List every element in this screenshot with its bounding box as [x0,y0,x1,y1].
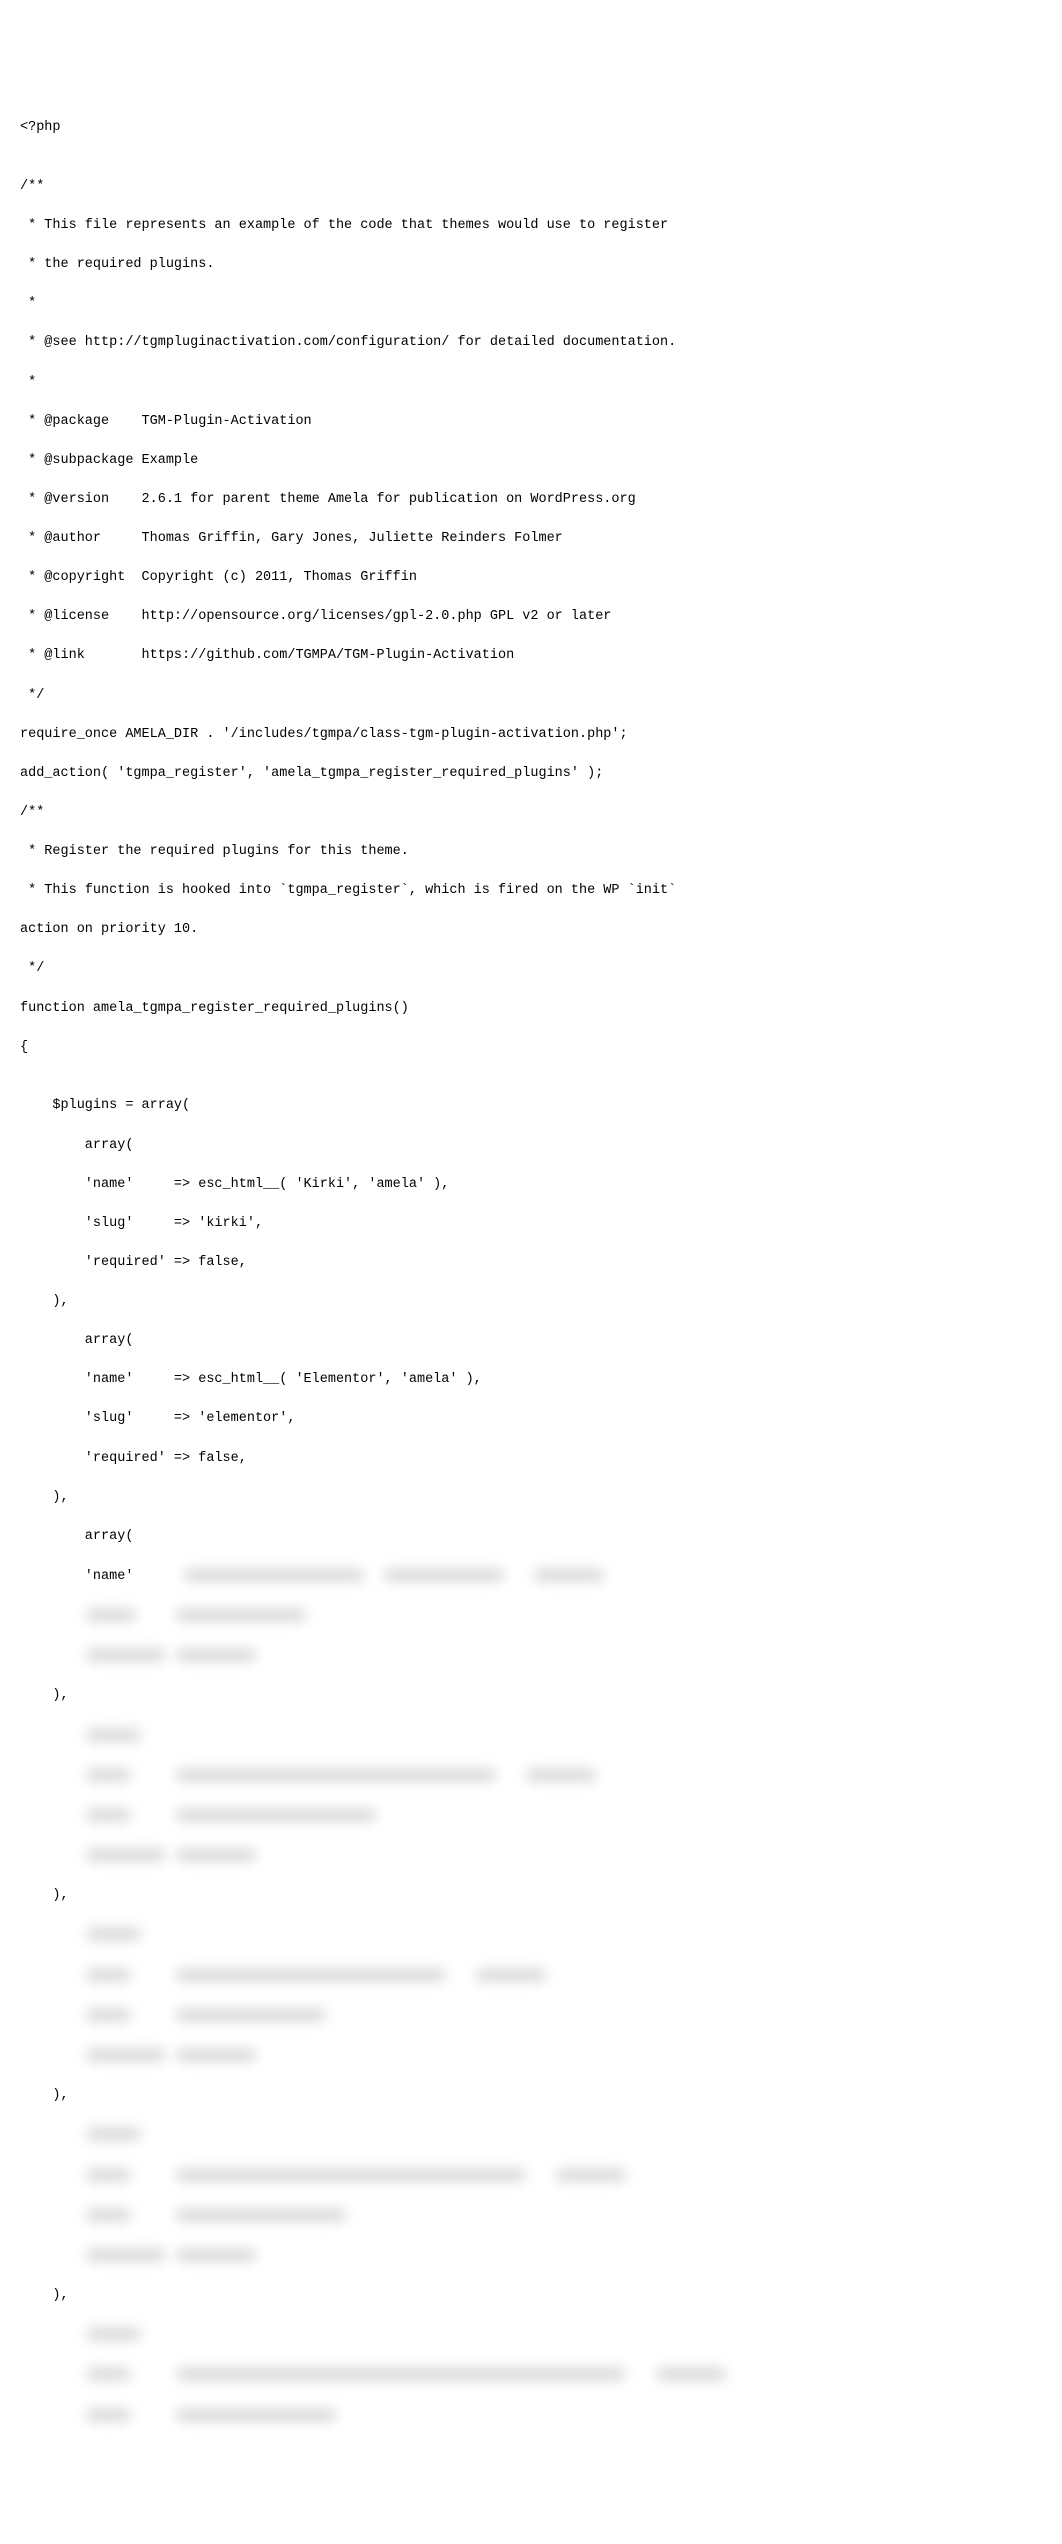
code-line-partial: 'name' [20,1566,1042,1587]
code-line: action on priority 10. [20,920,1042,940]
blurred-line [20,1646,1042,1667]
code-line: * [20,294,1042,314]
code-line: * @see http://tgmpluginactivation.com/co… [20,333,1042,353]
blurred-line [20,1806,1042,1827]
code-line: ), [20,2086,1042,2106]
code-line: * @link https://github.com/TGMPA/TGM-Plu… [20,646,1042,666]
code-line: ), [20,1292,1042,1312]
code-line: * @package TGM-Plugin-Activation [20,412,1042,432]
code-line: 'slug' => 'kirki', [20,1214,1042,1234]
code-line: */ [20,959,1042,979]
code-line: function amela_tgmpa_register_required_p… [20,999,1042,1019]
blurred-line [20,1846,1042,1867]
code-line: { [20,1038,1042,1058]
code-line: <?php [20,118,1042,138]
code-line: * @author Thomas Griffin, Gary Jones, Ju… [20,529,1042,549]
code-line: * This function is hooked into `tgmpa_re… [20,881,1042,901]
code-line: ), [20,1488,1042,1508]
blurred-line [20,1925,1042,1946]
blurred-line [20,1766,1042,1787]
code-line: 'required' => false, [20,1449,1042,1469]
code-line: * @license http://opensource.org/license… [20,607,1042,627]
blurred-line [20,2125,1042,2146]
blurred-line [20,2046,1042,2067]
code-line: * Register the required plugins for this… [20,842,1042,862]
blurred-line [20,2246,1042,2267]
code-line: * @subpackage Example [20,451,1042,471]
code-line: * @version 2.6.1 for parent theme Amela … [20,490,1042,510]
code-line: /** [20,803,1042,823]
blurred-line [20,2006,1042,2027]
code-line: /** [20,177,1042,197]
blurred-line [20,1966,1042,1987]
code-line: array( [20,1527,1042,1547]
blurred-line [20,2325,1042,2346]
code-line: require_once AMELA_DIR . '/includes/tgmp… [20,725,1042,745]
code-line: 'name' => esc_html__( 'Kirki', 'amela' )… [20,1175,1042,1195]
code-line: array( [20,1136,1042,1156]
code-line: 'name' => esc_html__( 'Elementor', 'amel… [20,1370,1042,1390]
code-line: ), [20,1686,1042,1706]
code-line: array( [20,1331,1042,1351]
code-line: ), [20,2286,1042,2306]
blurred-line [20,2166,1042,2187]
code-line: * the required plugins. [20,255,1042,275]
blurred-line [20,1726,1042,1747]
blurred-content [174,1566,674,1585]
blurred-line [20,2406,1042,2427]
code-line: * [20,373,1042,393]
code-line: $plugins = array( [20,1096,1042,1116]
code-line: * @copyright Copyright (c) 2011, Thomas … [20,568,1042,588]
code-line: 'slug' => 'elementor', [20,1409,1042,1429]
blurred-line [20,2206,1042,2227]
blurred-line [20,1606,1042,1627]
code-line: */ [20,686,1042,706]
code-line: 'required' => false, [20,1253,1042,1273]
code-line: * This file represents an example of the… [20,216,1042,236]
blurred-line [20,2365,1042,2386]
code-line: add_action( 'tgmpa_register', 'amela_tgm… [20,764,1042,784]
code-line: ), [20,1886,1042,1906]
